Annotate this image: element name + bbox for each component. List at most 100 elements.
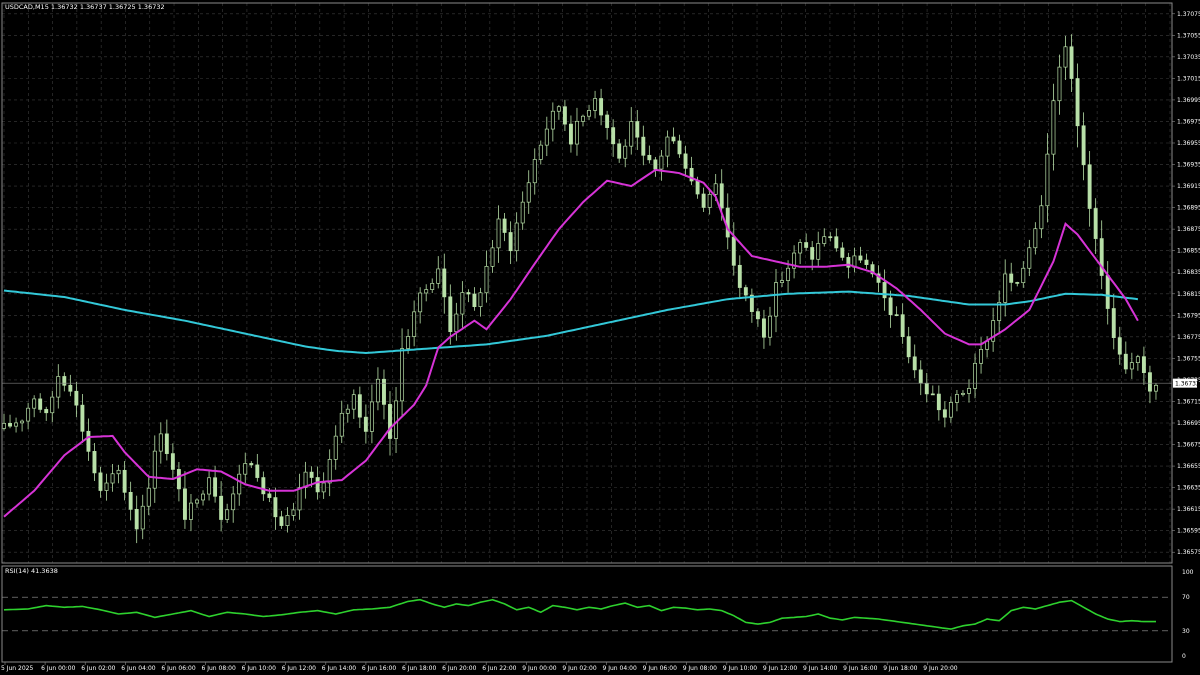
candles (2, 34, 1158, 544)
candle-body (454, 313, 459, 332)
candle-body (1033, 228, 1038, 249)
candle-body (810, 247, 815, 260)
candle-body (182, 488, 187, 520)
candle-body (888, 297, 893, 316)
candle-body (225, 509, 230, 520)
candle-body (587, 110, 591, 117)
candle-body (448, 296, 453, 332)
candle-body (195, 499, 199, 504)
candle-body (164, 433, 169, 454)
time-tick-label: 6 Jun 20:00 (442, 665, 476, 672)
candle-body (1154, 384, 1158, 392)
rsi-tick-label: 100 (1182, 569, 1194, 576)
candle-body (201, 493, 205, 501)
candle-body (1039, 205, 1044, 230)
candle-body (176, 469, 181, 490)
candle-body (219, 495, 224, 520)
candle-body (882, 282, 887, 299)
candle-body (436, 268, 441, 284)
candle-body (743, 287, 748, 296)
candle-body (731, 236, 736, 266)
candle-body (665, 136, 670, 157)
rsi-label: RSI(14) 41.3638 (5, 567, 58, 575)
rsi-line (3, 598, 1156, 630)
candle-body (623, 145, 628, 159)
price-tick-label: 1.36635 (1177, 485, 1200, 492)
candle-body (617, 143, 622, 159)
price-tick-label: 1.36835 (1177, 269, 1200, 276)
rsi-pane-border (1, 565, 1173, 663)
rsi-tick-label: 30 (1182, 628, 1190, 635)
time-tick-label: 6 Jun 18:00 (402, 665, 436, 672)
candle-body (1003, 273, 1008, 303)
candle-body (786, 267, 791, 281)
candle-body (345, 408, 350, 414)
candle-body (1063, 46, 1068, 68)
candle-body (231, 493, 236, 511)
candle-body (647, 154, 652, 161)
price-tick-label: 1.36575 (1177, 549, 1200, 556)
candle-body (1093, 208, 1098, 239)
candle-body (840, 247, 845, 258)
price-tick-label: 1.36935 (1177, 162, 1200, 169)
candle-body (954, 394, 959, 403)
candle-body (961, 393, 965, 395)
candle-body (279, 516, 284, 526)
candle-body (388, 404, 392, 439)
candle-body (605, 114, 610, 128)
candle-body (128, 491, 133, 510)
candle-body (146, 487, 151, 507)
time-tick-label: 6 Jun 06:00 (161, 665, 195, 672)
candle-body (339, 412, 344, 437)
candle-body (26, 407, 31, 422)
candle-body (707, 193, 712, 208)
candle-body (273, 497, 278, 518)
time-tick-label: 9 Jun 02:00 (562, 665, 596, 672)
time-tick-label: 6 Jun 00:00 (41, 665, 75, 672)
price-tick-label: 1.36695 (1177, 420, 1200, 427)
candle-body (930, 393, 935, 396)
price-tick-label: 1.36915 (1177, 183, 1200, 190)
candle-body (1129, 362, 1134, 370)
candle-body (562, 106, 567, 125)
time-tick-label: 6 Jun 12:00 (282, 665, 316, 672)
time-tick-label: 6 Jun 10:00 (242, 665, 276, 672)
candle-body (400, 348, 405, 402)
candle-body (412, 311, 417, 337)
candle-body (363, 416, 368, 432)
candle-body (472, 293, 477, 308)
price-tick-label: 1.36895 (1177, 205, 1200, 212)
candle-body (629, 121, 634, 147)
time-axis: 5 Jun 2025 6 Jun 00:00 6 Jun 02:00 6 Jun 04… (1, 662, 958, 672)
candle-body (375, 378, 380, 403)
candle-body (701, 193, 706, 208)
candle-body (737, 264, 742, 288)
candle-body (936, 393, 941, 411)
candle-body (713, 183, 718, 195)
time-tick-label: 9 Jun 16:00 (843, 665, 877, 672)
candle-body (122, 469, 127, 493)
candle-body (1057, 66, 1062, 102)
candle-body (725, 207, 730, 238)
candle-body (14, 422, 19, 427)
candle-body (424, 289, 429, 294)
candle-body (894, 314, 899, 317)
candle-body (918, 369, 923, 384)
candle-body (755, 311, 760, 320)
chart-canvas: USDCAD,M15 1.36732 1.36737 1.36725 1.367… (1, 2, 1200, 672)
price-tick-label: 1.36755 (1177, 355, 1200, 362)
candle-body (967, 388, 971, 394)
candle-body (460, 292, 465, 315)
time-tick-label: 6 Jun 08:00 (202, 665, 236, 672)
candle-body (942, 409, 947, 418)
candle-body (526, 182, 531, 203)
candle-body (1075, 78, 1080, 127)
rsi-tick-label: 0 (1182, 653, 1186, 660)
candle-body (56, 376, 61, 398)
time-tick-label: 9 Jun 10:00 (723, 665, 757, 672)
rsi-tick-label: 70 (1182, 594, 1190, 601)
candle-body (1051, 100, 1056, 155)
candle-body (267, 493, 272, 498)
candle-body (1111, 308, 1116, 338)
candle-body (351, 394, 356, 410)
